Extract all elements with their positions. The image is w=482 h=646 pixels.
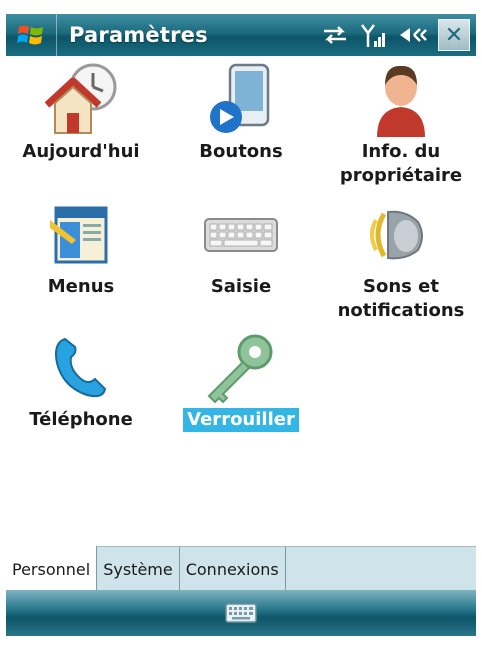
setting-owner-info[interactable]: Info. du propriétaire [326,60,476,188]
setting-label: Aujourd'hui [22,141,140,162]
tab-systeme[interactable]: Système [97,547,180,591]
setting-lock[interactable]: Verrouiller [166,328,316,432]
windows-flag-icon [17,25,43,45]
close-button[interactable]: ✕ [438,19,470,51]
setting-label: Boutons [199,141,283,162]
keyboard-icon [204,218,278,252]
setting-label: Téléphone [29,409,133,430]
menus-icon [50,206,108,264]
setting-input[interactable]: Saisie [166,195,316,299]
start-button[interactable] [6,14,57,56]
setting-label: Saisie [210,276,272,297]
keyboard-icon [225,603,257,623]
setting-label: Info. du propriétaire [339,141,463,186]
setting-today[interactable]: Aujourd'hui [6,60,156,164]
title-bar: Paramètres ✕ [6,14,476,56]
home-clock-icon [44,63,117,134]
setting-buttons[interactable]: Boutons [166,60,316,164]
device-screen: Paramètres ✕ Aujourd'hui Boutons Info. d… [0,0,482,646]
telephone-handset-icon [55,337,107,398]
setting-sounds[interactable]: Sons et notifications [326,195,476,323]
tab-connexions[interactable]: Connexions [180,547,286,591]
owner-person-icon [377,65,425,137]
window-title: Paramètres [69,23,208,47]
setting-label: Menus [47,276,115,297]
phone-buttons-icon [210,63,270,133]
tab-strip: Personnel Système Connexions [6,545,476,591]
key-icon [207,334,273,404]
speaker-icon [370,210,423,260]
volume-icon[interactable] [398,22,428,48]
setting-menus[interactable]: Menus [6,195,156,299]
setting-label: Verrouiller [183,408,299,432]
setting-label: Sons et notifications [337,276,465,321]
connectivity-icon[interactable] [320,23,350,47]
setting-phone[interactable]: Téléphone [6,328,156,432]
tab-personnel[interactable]: Personnel [6,545,98,591]
input-panel-button[interactable] [225,602,257,624]
soft-key-bar [6,590,476,636]
signal-strength-icon[interactable] [360,21,388,49]
